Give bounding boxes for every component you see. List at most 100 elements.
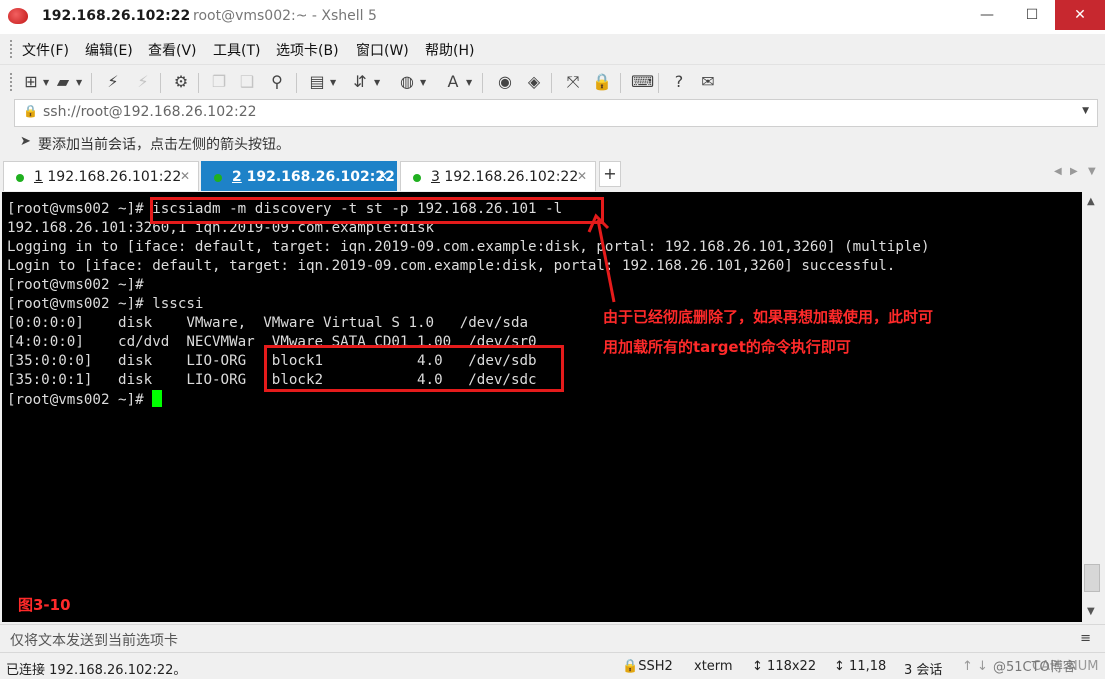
- menu-tools[interactable]: 工具(T): [213, 40, 260, 60]
- status-sessions: 3 会话: [904, 663, 943, 678]
- new-tab-button[interactable]: +: [599, 161, 621, 187]
- print-icon[interactable]: ▤: [306, 72, 328, 92]
- toolbar-divider: [198, 73, 199, 93]
- figure-label: 图3-10: [18, 596, 71, 614]
- find-icon[interactable]: ⚲: [266, 72, 288, 92]
- annotation-line-2: 用加载所有的target的命令执行即可: [603, 338, 851, 356]
- connected-status-icon: [16, 174, 24, 182]
- chevron-down-icon[interactable]: ▼: [76, 78, 82, 87]
- compose-menu-icon[interactable]: ≡: [1080, 631, 1091, 646]
- paste-icon[interactable]: ❑: [236, 72, 258, 92]
- address-bar[interactable]: 🔒 ssh://root@192.168.26.102:22 ▼: [14, 99, 1098, 127]
- session-hint-bar: ➤ 要添加当前会话，点击左侧的箭头按钮。: [0, 129, 1105, 155]
- toolbar-grip: [10, 73, 15, 91]
- xshell-logo-icon: [8, 8, 28, 24]
- toolbar-divider: [91, 73, 92, 93]
- chevron-down-icon[interactable]: ▼: [330, 78, 336, 87]
- status-nav-icons[interactable]: ↑ ↓: [962, 659, 988, 674]
- tab-session-3[interactable]: 3 192.168.26.102:22 ✕: [400, 161, 596, 191]
- menu-window[interactable]: 窗口(W): [356, 40, 409, 60]
- scroll-up-icon[interactable]: ▲: [1087, 196, 1095, 207]
- tab-scroll-left-icon[interactable]: ◀: [1054, 166, 1062, 177]
- reconnect-icon[interactable]: ⚡: [102, 72, 124, 92]
- cursor-position-icon: ↕: [834, 659, 845, 674]
- close-tab-icon[interactable]: ✕: [577, 169, 587, 183]
- menu-edit[interactable]: 编辑(E): [85, 40, 133, 60]
- terminal-cursor: [152, 390, 163, 407]
- chevron-down-icon[interactable]: ▼: [374, 78, 380, 87]
- tab-number: 1: [34, 169, 43, 185]
- transfer-icon[interactable]: ⇵: [349, 72, 371, 92]
- disconnect-icon[interactable]: ⚡: [132, 72, 154, 92]
- terminal-scrollbar[interactable]: ▲ ▼: [1082, 192, 1103, 622]
- properties-icon[interactable]: ⚙: [170, 72, 192, 92]
- chat-icon[interactable]: ✉: [697, 72, 719, 92]
- script-icon[interactable]: ◈: [523, 72, 545, 92]
- lock-icon: 🔒: [622, 659, 639, 674]
- window-title-host: 192.168.26.102:22: [42, 8, 191, 24]
- tab-scroll-right-icon[interactable]: ▶: [1070, 166, 1078, 177]
- terminal-area[interactable]: [root@vms002 ~]# iscsiadm -m discovery -…: [2, 192, 1082, 622]
- close-tab-icon[interactable]: ✕: [180, 169, 190, 183]
- menubar-grip: [10, 40, 15, 58]
- chevron-down-icon[interactable]: ▼: [1082, 106, 1089, 116]
- tab-session-1[interactable]: 1 192.168.26.101:22 ✕: [3, 161, 199, 191]
- tab-label: 192.168.26.102:22: [444, 169, 579, 185]
- chevron-down-icon[interactable]: ▼: [420, 78, 426, 87]
- menu-file[interactable]: 文件(F): [22, 40, 69, 60]
- status-bar: 已连接 192.168.26.102:22。 🔒SSH2 xterm ↕ 118…: [0, 652, 1105, 679]
- status-cursor-position: ↕ 11,18: [834, 659, 887, 674]
- compose-input[interactable]: 仅将文本发送到当前选项卡: [10, 630, 178, 650]
- terminal-line: Logging in to [iface: default, target: i…: [7, 239, 930, 255]
- connected-status-icon: [413, 174, 421, 182]
- lock-icon[interactable]: 🔒: [591, 72, 613, 92]
- toolbar-divider: [482, 73, 483, 93]
- chevron-down-icon[interactable]: ▼: [466, 78, 472, 87]
- font-icon[interactable]: A: [442, 72, 464, 92]
- toolbar-divider: [551, 73, 552, 93]
- menu-tabs[interactable]: 选项卡(B): [276, 40, 339, 60]
- tab-label: 192.168.26.101:22: [47, 169, 182, 185]
- terminal-line: Login to [iface: default, target: iqn.20…: [7, 258, 896, 274]
- tab-strip: 1 192.168.26.101:22 ✕ 2 192.168.26.102:2…: [0, 158, 1105, 192]
- terminal-line: [root@vms002 ~]#: [7, 277, 144, 293]
- menu-bar: 文件(F) 编辑(E) 查看(V) 工具(T) 选项卡(B) 窗口(W) 帮助(…: [0, 34, 1105, 64]
- arrow-icon[interactable]: ➤: [20, 134, 31, 149]
- resize-icon: ↕: [752, 659, 763, 674]
- fullscreen-icon[interactable]: ⤧: [562, 72, 584, 92]
- toolbar-divider: [160, 73, 161, 93]
- globe-icon[interactable]: ◍: [396, 72, 418, 92]
- address-input[interactable]: ssh://root@192.168.26.102:22: [43, 104, 257, 120]
- annotation-line-1: 由于已经彻底删除了，如果再想加载使用，此时可: [603, 308, 934, 326]
- copy-icon[interactable]: ❐: [208, 72, 230, 92]
- watermark: @51CTO博客: [993, 660, 1076, 675]
- new-session-icon[interactable]: ⊞: [20, 72, 42, 92]
- help-icon[interactable]: ?: [668, 72, 690, 92]
- tab-session-2[interactable]: 2 192.168.26.102:22 ✕: [201, 161, 397, 191]
- session-hint-text: 要添加当前会话，点击左侧的箭头按钮。: [38, 137, 290, 153]
- menu-help[interactable]: 帮助(H): [425, 40, 474, 60]
- close-button[interactable]: ✕: [1055, 0, 1105, 30]
- toolbar-divider: [296, 73, 297, 93]
- annotation-arrow: [587, 213, 616, 303]
- menu-view[interactable]: 查看(V): [148, 40, 197, 60]
- close-tab-icon[interactable]: ✕: [378, 169, 388, 183]
- toolbar: ⊞ ▼ ▰ ▼ ⚡ ⚡ ⚙ ❐ ❑ ⚲ ▤ ▼ ⇵ ▼ ◍ ▼ A ▼ ◉ ◈ …: [0, 64, 1105, 99]
- scrollbar-thumb[interactable]: [1084, 564, 1100, 592]
- scroll-down-icon[interactable]: ▼: [1087, 606, 1095, 617]
- xftp-icon[interactable]: ◉: [494, 72, 516, 92]
- keyboard-icon[interactable]: ⌨: [631, 72, 654, 92]
- devices-highlight-box: [264, 345, 564, 392]
- chevron-down-icon[interactable]: ▼: [43, 78, 49, 87]
- status-protocol: 🔒SSH2: [622, 659, 673, 674]
- maximize-button[interactable]: ☐: [1015, 0, 1049, 30]
- window-title: root@vms002:~ - Xshell 5: [193, 8, 377, 24]
- terminal-line: [0:0:0:0] disk VMware, VMware Virtual S …: [7, 315, 529, 331]
- minimize-button[interactable]: —: [970, 0, 1004, 30]
- status-terminal-type: xterm: [694, 659, 733, 674]
- toolbar-divider: [658, 73, 659, 93]
- tab-list-icon[interactable]: ▼: [1088, 166, 1096, 177]
- open-folder-icon[interactable]: ▰: [52, 72, 74, 92]
- connected-status-icon: [214, 174, 222, 182]
- compose-bar[interactable]: 仅将文本发送到当前选项卡 ≡: [0, 624, 1105, 653]
